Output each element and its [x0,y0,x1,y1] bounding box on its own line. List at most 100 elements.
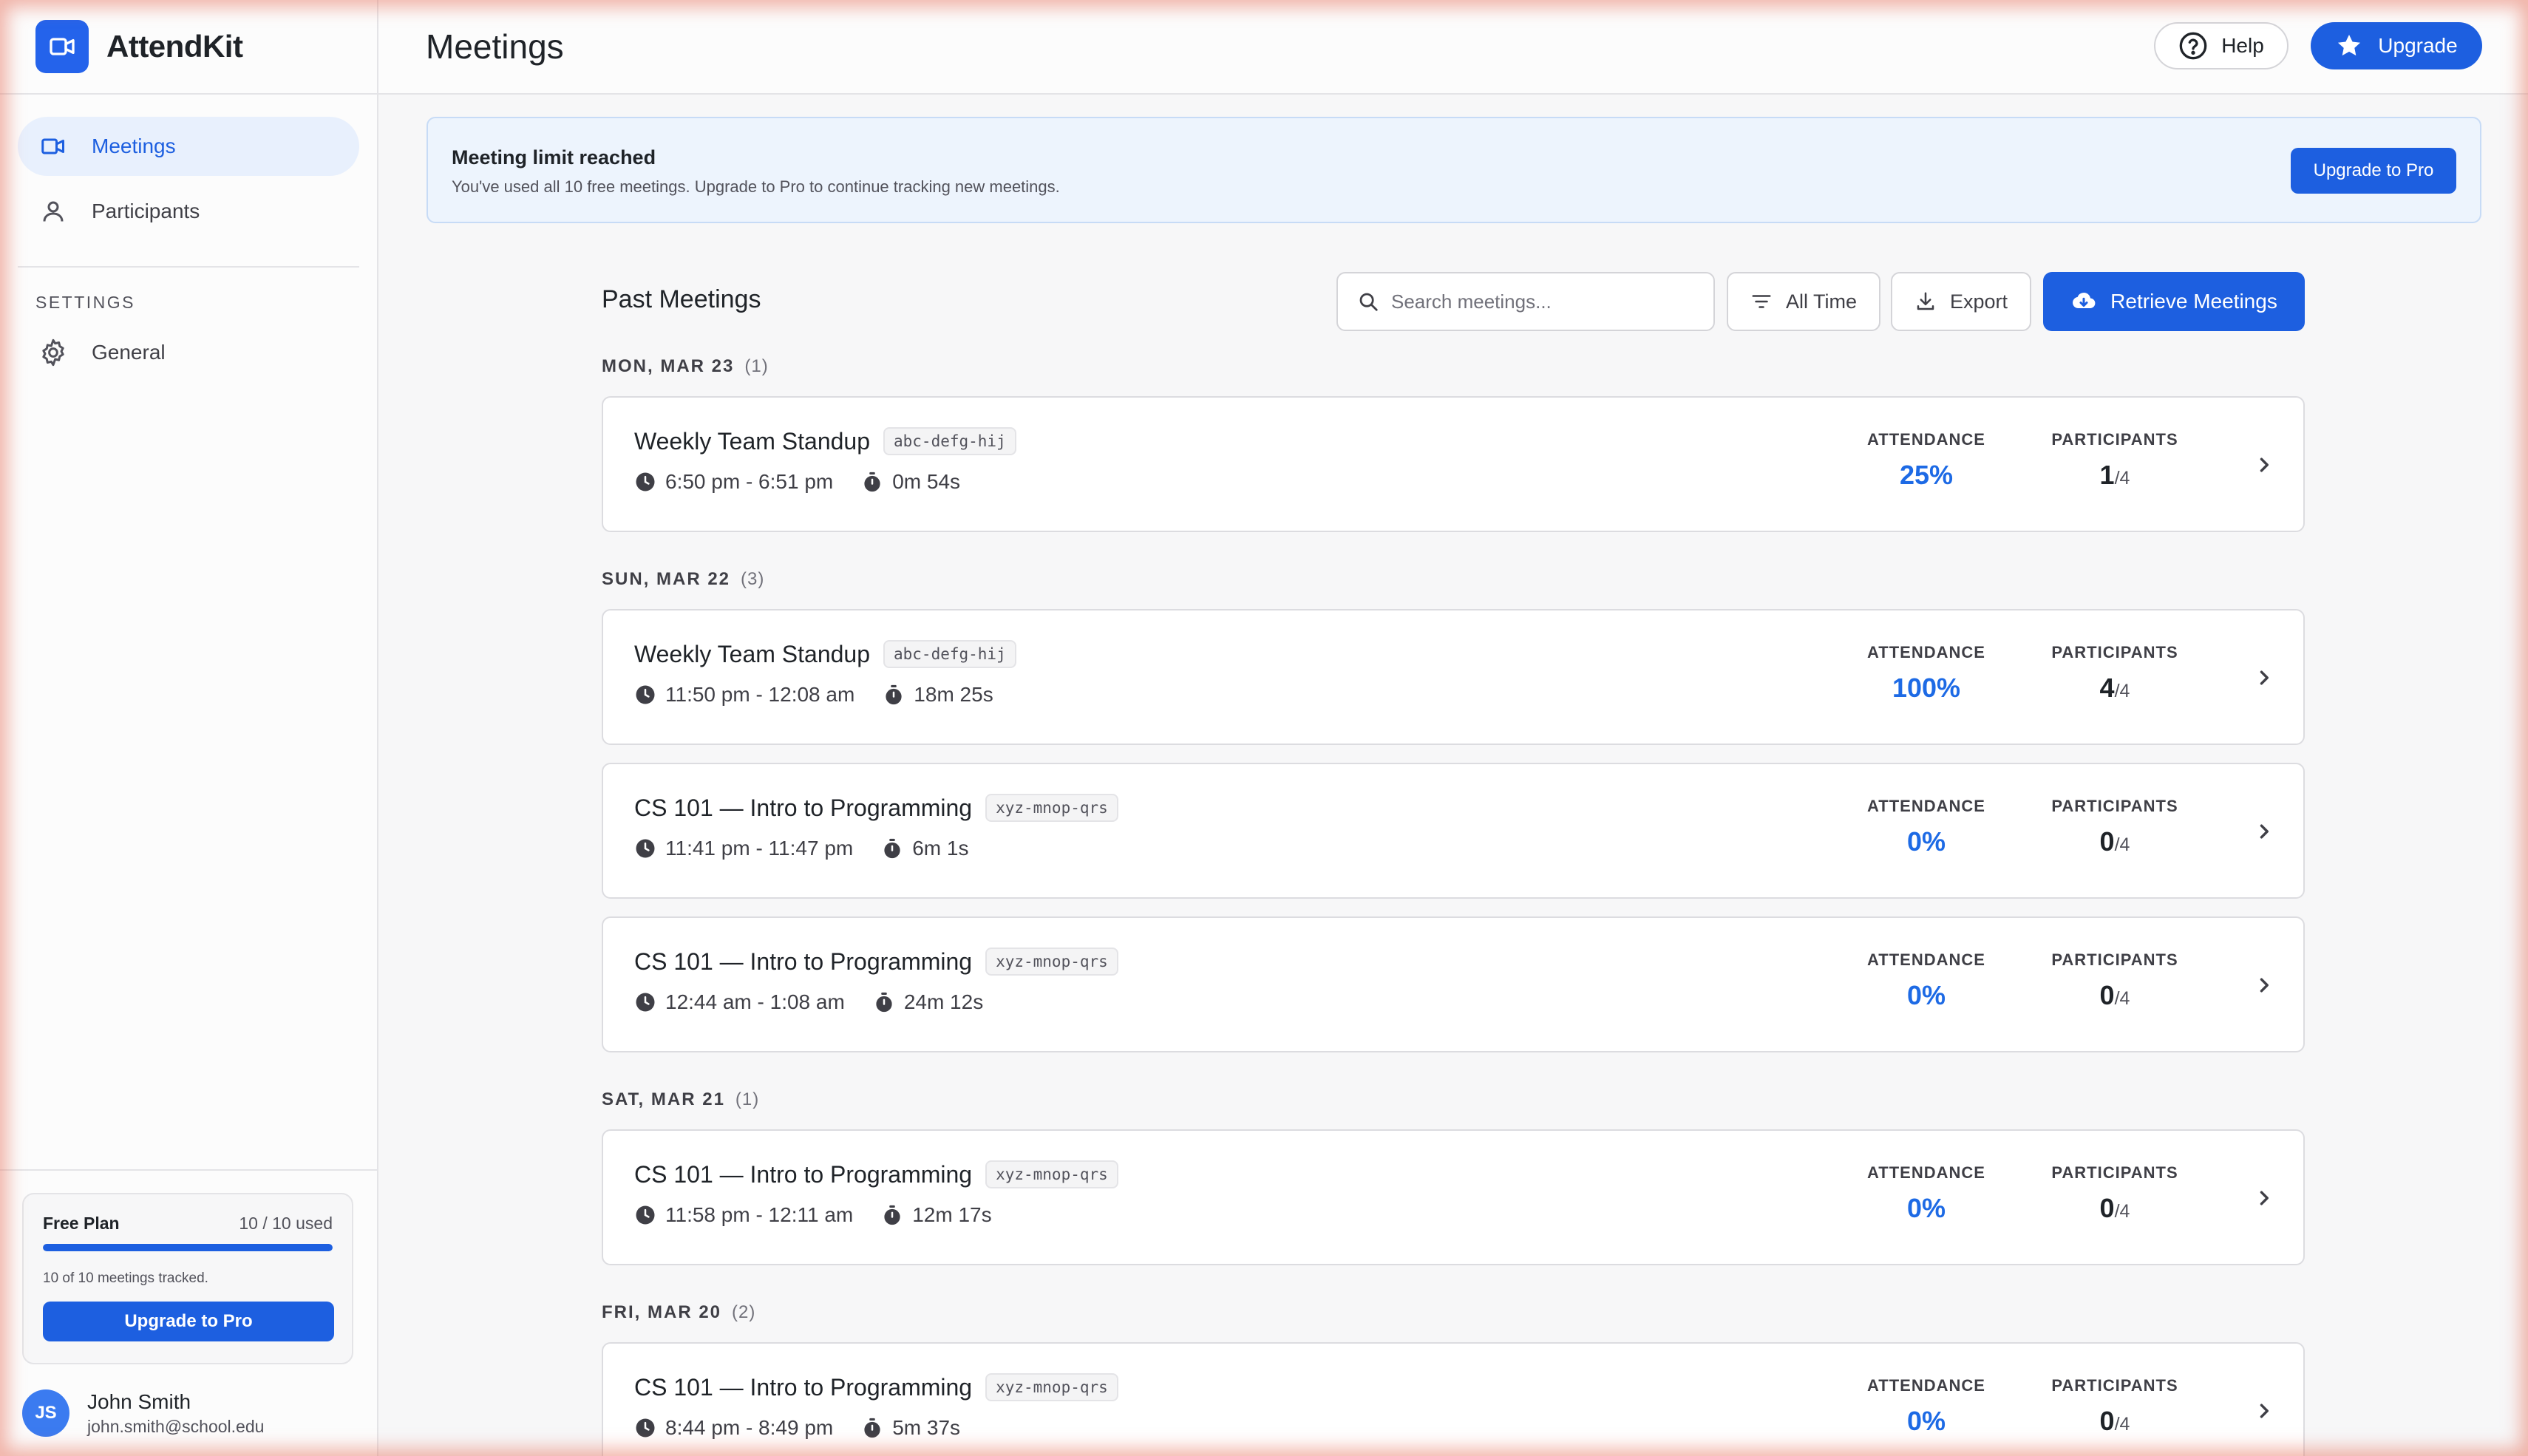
clock-icon [634,684,656,706]
stopwatch-icon [861,1417,883,1439]
app-name: AttendKit [106,29,243,64]
search-box [1336,272,1715,331]
attendance-value: 0% [1906,980,1946,1010]
meeting-time: 8:44 pm - 8:49 pm [665,1416,834,1439]
meeting-title: CS 101 — Intro to Programming [634,1373,973,1401]
date-group-count: (1) [744,356,769,376]
participants-count: 0 [2099,826,2115,857]
participants-total: /4 [2114,1414,2130,1435]
clock-icon [634,991,656,1013]
meeting-duration: 6m 1s [912,837,969,860]
header-upgrade-button[interactable]: Upgrade [2311,22,2482,69]
sidebar-item-label: Participants [92,200,200,222]
participants-label: PARTICIPANTS [2051,643,2178,661]
search-icon [1357,290,1379,313]
export-label: Export [1949,290,2008,313]
plan-card: Free Plan 10 / 10 used 10 of 10 meetings… [22,1193,353,1364]
attendance-label: ATTENDANCE [1867,643,1985,661]
meeting-code: xyz-mnop-qrs [985,1373,1118,1401]
banner-upgrade-button[interactable]: Upgrade to Pro [2291,148,2456,194]
attendance-value: 0% [1906,1193,1946,1223]
participants-count: 1 [2099,460,2115,490]
sidebar-upgrade-button[interactable]: Upgrade to Pro [43,1302,334,1341]
sidebar-footer: Free Plan 10 / 10 used 10 of 10 meetings… [0,1169,377,1456]
meeting-code: xyz-mnop-qrs [985,948,1118,976]
attendance-label: ATTENDANCE [1867,1376,1985,1395]
stopwatch-icon [881,837,903,860]
sidebar: AttendKit Meetings Participants SETTINGS [0,0,378,1456]
meeting-duration: 0m 54s [892,470,961,493]
main-nav: Meetings Participants [0,95,377,241]
date-group-label: MON, MAR 23 (1) [602,356,769,377]
meeting-card[interactable]: Weekly Team Standup abc-defg-hij 6:50 pm… [602,396,2305,532]
meeting-code: abc-defg-hij [883,427,1016,455]
download-icon [1914,290,1937,313]
person-icon [37,195,69,228]
plan-usage: 10 / 10 used [239,1214,333,1233]
search-input[interactable] [1391,290,1687,313]
user-name: John Smith [87,1389,191,1413]
sidebar-item-meetings[interactable]: Meetings [18,117,359,176]
settings-nav: General [0,313,377,382]
date-group-label: SUN, MAR 22 (3) [602,569,764,590]
attendance-value: 0% [1906,826,1946,857]
gear-icon [37,336,69,369]
participants-label: PARTICIPANTS [2051,797,2178,815]
sidebar-item-general[interactable]: General [18,323,359,382]
participants-total: /4 [2114,834,2130,855]
sidebar-item-participants[interactable]: Participants [18,182,359,241]
meeting-card[interactable]: CS 101 — Intro to Programming xyz-mnop-q… [602,763,2305,899]
past-meetings-title: Past Meetings [602,285,761,313]
date-filter-button[interactable]: All Time [1727,272,1880,331]
meeting-card[interactable]: CS 101 — Intro to Programming xyz-mnop-q… [602,916,2305,1052]
star-icon [2335,32,2363,60]
chevron-right-icon [2252,819,2277,844]
date-group-label: FRI, MAR 20 (2) [602,1302,755,1323]
meeting-time: 11:58 pm - 12:11 am [665,1203,854,1226]
meeting-code: xyz-mnop-qrs [985,1160,1118,1188]
participants-label: PARTICIPANTS [2051,1163,2178,1182]
export-button[interactable]: Export [1891,272,2031,331]
user-profile[interactable]: JS John Smith john.smith@school.edu [22,1389,264,1437]
stopwatch-icon [861,471,883,493]
meeting-duration: 24m 12s [903,990,984,1013]
banner-title: Meeting limit reached [452,146,656,169]
video-camera-logo-icon [35,20,89,73]
banner-description: You've used all 10 free meetings. Upgrad… [452,177,1060,196]
help-button[interactable]: Help [2154,22,2289,69]
date-group-count: (2) [732,1302,756,1322]
video-camera-icon [37,130,69,163]
chevron-right-icon [2252,665,2277,690]
participants-count: 0 [2099,980,2115,1010]
sidebar-item-label: Meetings [92,135,176,157]
participants-total: /4 [2114,1201,2130,1222]
attendance-label: ATTENDANCE [1867,950,1985,969]
chevron-right-icon [2252,1185,2277,1211]
meeting-card[interactable]: CS 101 — Intro to Programming xyz-mnop-q… [602,1342,2305,1456]
participants-label: PARTICIPANTS [2051,430,2178,449]
meeting-card[interactable]: Weekly Team Standup abc-defg-hij 11:50 p… [602,609,2305,745]
meeting-time: 12:44 am - 1:08 am [665,990,845,1013]
attendance-label: ATTENDANCE [1867,430,1985,449]
meeting-time: 11:41 pm - 11:47 pm [665,837,854,860]
brand: AttendKit [0,0,377,95]
date-group-label: SAT, MAR 21 (1) [602,1089,759,1110]
clock-icon [634,1204,656,1226]
meeting-time: 6:50 pm - 6:51 pm [665,470,834,493]
meeting-title: Weekly Team Standup [634,427,870,455]
top-bar: Meetings Help Upgrade [378,0,2528,95]
user-email: john.smith@school.edu [87,1416,265,1436]
meeting-title: CS 101 — Intro to Programming [634,948,973,975]
meeting-title: Weekly Team Standup [634,640,870,667]
participants-label: PARTICIPANTS [2051,950,2178,969]
clock-icon [634,1417,656,1439]
help-label: Help [2221,34,2264,57]
date-label-text: FRI, MAR 20 [602,1302,722,1322]
retrieve-meetings-button[interactable]: Retrieve Meetings [2043,272,2305,331]
meeting-code: xyz-mnop-qrs [985,794,1118,822]
clock-icon [634,471,656,493]
meeting-code: abc-defg-hij [883,640,1016,668]
meeting-card[interactable]: CS 101 — Intro to Programming xyz-mnop-q… [602,1129,2305,1265]
plan-note: 10 of 10 meetings tracked. [43,1270,208,1286]
date-label-text: SAT, MAR 21 [602,1089,725,1109]
